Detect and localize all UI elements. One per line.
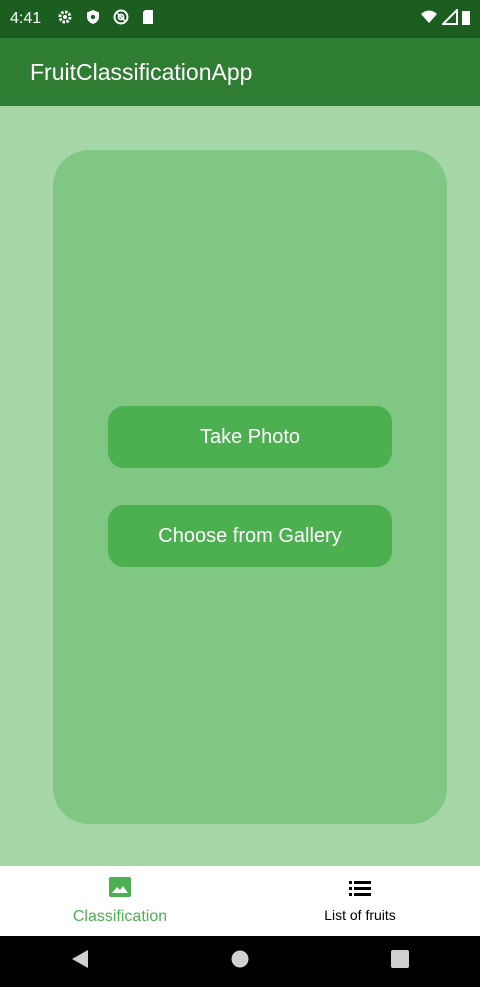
list-icon	[349, 880, 371, 901]
settings-icon	[57, 9, 73, 30]
wifi-icon	[420, 9, 438, 30]
main-content: Take Photo Choose from Gallery	[0, 106, 480, 866]
back-triangle-icon	[71, 949, 89, 974]
take-photo-label: Take Photo	[199, 425, 301, 448]
home-circle-icon	[231, 950, 249, 973]
status-right-icons	[420, 7, 470, 30]
sd-card-icon	[141, 9, 155, 30]
recents-square-icon	[391, 950, 409, 973]
choose-from-gallery-button[interactable]: Choose from Gallery	[108, 505, 392, 567]
action-card: Take Photo Choose from Gallery	[53, 150, 447, 824]
take-photo-button[interactable]: Take Photo	[108, 406, 392, 468]
choose-from-gallery-label: Choose from Gallery	[158, 524, 342, 547]
bottom-navigation: Classification List of fruits	[0, 866, 480, 936]
battery-icon	[462, 9, 470, 30]
recents-button[interactable]	[370, 942, 430, 982]
status-icons	[57, 9, 155, 30]
nav-label-list-of-fruits: List of fruits	[324, 906, 396, 923]
nav-item-classification[interactable]: Classification	[0, 866, 240, 936]
signal-icon	[440, 7, 458, 30]
back-button[interactable]	[50, 942, 110, 982]
nav-item-list-of-fruits[interactable]: List of fruits	[240, 866, 480, 936]
image-icon	[109, 876, 131, 902]
at-sign-icon	[113, 9, 129, 30]
system-navigation-bar	[0, 936, 480, 987]
home-button[interactable]	[210, 942, 270, 982]
status-bar: 4:41	[0, 0, 480, 38]
app-bar: FruitClassificationApp	[0, 38, 480, 106]
shield-icon	[85, 9, 101, 30]
nav-label-classification: Classification	[72, 907, 168, 925]
app-title: FruitClassificationApp	[30, 58, 253, 85]
status-time: 4:41	[10, 10, 42, 27]
